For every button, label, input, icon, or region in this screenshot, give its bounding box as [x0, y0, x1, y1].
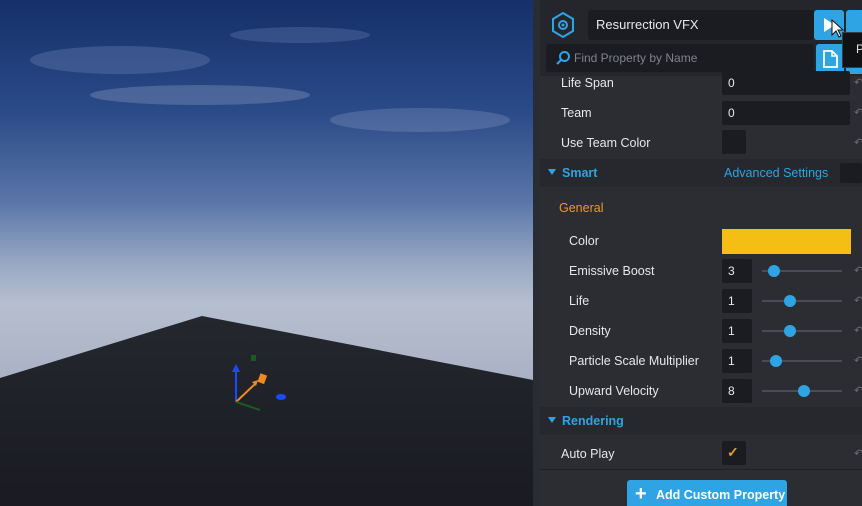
property-row-team: Team 0 ↶	[540, 98, 862, 128]
color-swatch[interactable]	[722, 229, 851, 254]
property-row-auto-play: Auto Play ↶	[540, 439, 862, 469]
auto-play-checkbox[interactable]: ✓	[722, 441, 746, 465]
viewport-scene	[0, 27, 533, 506]
slider-value-field[interactable]: 8	[722, 379, 752, 403]
property-row-slider: Life 1 ↶	[540, 286, 862, 316]
section-title: Smart	[562, 166, 598, 180]
slider-value-field[interactable]: 3	[722, 259, 752, 283]
slider-thumb[interactable]	[770, 355, 783, 367]
field-value: 0	[728, 106, 735, 120]
team-field[interactable]: 0	[722, 101, 850, 125]
search-input[interactable]	[574, 49, 804, 67]
property-label: Density	[569, 324, 611, 338]
property-label: Use Team Color	[561, 136, 651, 150]
field-value: 1	[728, 324, 735, 338]
slider-track[interactable]	[762, 300, 842, 302]
cloud-shape	[30, 46, 210, 74]
ground-plane	[0, 316, 533, 506]
object-name-field[interactable]: Resurrection VFX	[588, 10, 814, 40]
slider-thumb[interactable]	[797, 385, 810, 397]
reset-icon[interactable]: ↶	[854, 354, 862, 368]
slider-track[interactable]	[762, 330, 842, 332]
property-row-slider: Emissive Boost 3 ↶	[540, 256, 862, 286]
property-label: Color	[569, 234, 599, 248]
add-custom-property-button[interactable]: + Add Custom Property	[627, 480, 787, 506]
advanced-settings-link[interactable]: Advanced Settings	[724, 166, 828, 180]
checkmark-icon: ✓	[727, 444, 739, 460]
property-row-life-span: Life Span 0 ↶	[540, 68, 862, 98]
field-value: 8	[728, 384, 735, 398]
add-custom-property-label: Add Custom Property	[656, 488, 786, 502]
property-label: Life Span	[561, 76, 614, 90]
reset-icon[interactable]: ↶	[854, 447, 862, 461]
slider-thumb[interactable]	[784, 295, 796, 307]
property-label: Auto Play	[561, 447, 615, 461]
group-label-general: General	[559, 201, 604, 215]
collapse-arrow-icon	[548, 169, 556, 175]
property-row-slider: Particle Scale Multiplier 1 ↶	[540, 346, 862, 376]
reset-icon[interactable]: ↶	[854, 324, 862, 338]
property-label: Upward Velocity	[569, 384, 659, 398]
life-span-field[interactable]: 0	[722, 71, 850, 95]
reset-icon[interactable]: ↶	[854, 76, 862, 90]
tooltip-text: P	[856, 42, 862, 56]
property-row-use-team-color: Use Team Color ↶	[540, 128, 862, 158]
section-rendering[interactable]: Rendering	[540, 407, 862, 435]
panel-header: Resurrection VFX Find Property by Name P	[540, 0, 862, 76]
search-icon	[556, 51, 570, 65]
reset-icon[interactable]: ↶	[854, 384, 862, 398]
cloud-shape	[230, 27, 370, 43]
properties-panel: Resurrection VFX Find Property by Name P…	[540, 0, 862, 506]
use-team-color-checkbox[interactable]	[722, 130, 746, 154]
3d-viewport[interactable]	[0, 0, 533, 506]
field-value: 1	[728, 294, 735, 308]
slider-value-field[interactable]: 1	[722, 289, 752, 313]
divider	[540, 469, 862, 470]
reset-icon[interactable]: ↶	[854, 264, 862, 278]
slider-value-field[interactable]: 1	[722, 349, 752, 373]
property-label: Emissive Boost	[569, 264, 655, 278]
plus-icon: +	[635, 483, 647, 505]
play-button[interactable]	[814, 10, 845, 40]
property-label: Team	[561, 106, 592, 120]
advanced-settings-toggle[interactable]	[840, 163, 862, 183]
slider-value-field[interactable]: 1	[722, 319, 752, 343]
property-label: Life	[569, 294, 590, 308]
editor-window: Resurrection VFX Find Property by Name P…	[0, 0, 862, 506]
play-icon	[824, 18, 845, 38]
section-smart[interactable]: Smart Advanced Settings	[540, 159, 862, 187]
property-label: Particle Scale Multiplier	[569, 354, 699, 368]
field-value: 3	[728, 264, 735, 278]
property-row-slider: Upward Velocity 8 ↶	[540, 376, 862, 406]
object-name-text: Resurrection VFX	[596, 17, 699, 32]
cloud-shape	[90, 85, 310, 105]
reset-icon[interactable]: ↶	[854, 136, 862, 150]
slider-thumb[interactable]	[768, 265, 780, 277]
property-row-slider: Density 1 ↶	[540, 316, 862, 346]
reset-icon[interactable]: ↶	[854, 106, 862, 120]
panel-splitter[interactable]	[533, 0, 540, 506]
vfx-object-icon	[552, 12, 574, 38]
slider-thumb[interactable]	[784, 325, 796, 337]
tooltip: P	[842, 32, 862, 68]
field-value: 0	[728, 76, 735, 90]
reset-icon[interactable]: ↶	[854, 294, 862, 308]
cloud-shape	[330, 108, 510, 132]
collapse-arrow-icon	[548, 417, 556, 423]
section-title: Rendering	[562, 414, 624, 428]
field-value: 1	[728, 354, 735, 368]
